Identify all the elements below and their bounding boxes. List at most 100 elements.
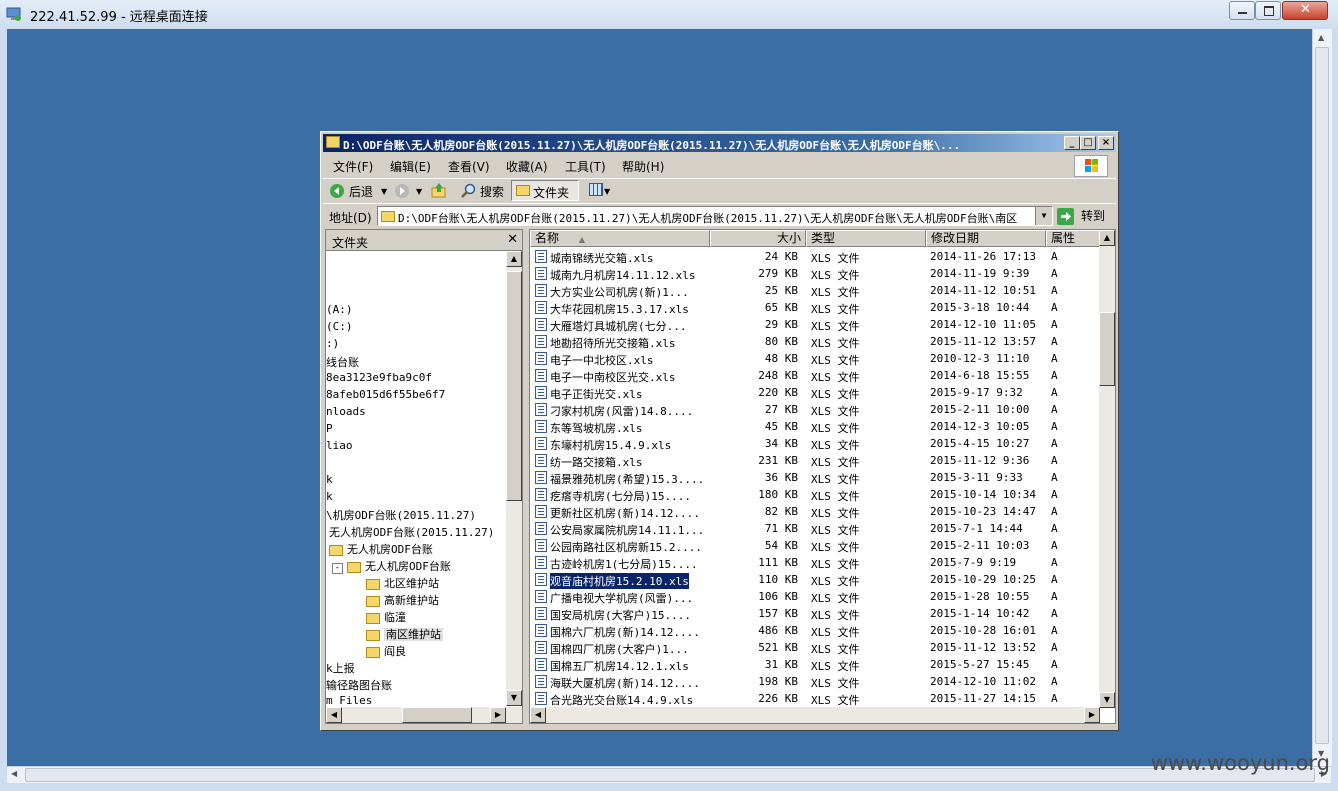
file-row[interactable]: 城南九月机房14.11.12.xls 279 KB XLS 文件 2014-11-19… (530, 265, 1100, 282)
file-row[interactable]: 东等驾坡机房.xls 45 KB XLS 文件 2014-12-3 10:05 A (530, 418, 1100, 435)
forward-dropdown-icon[interactable]: ▼ (416, 187, 422, 196)
file-row[interactable]: 国棉六厂机房(新)14.12.... 486 KB XLS 文件 2015-10-28… (530, 622, 1100, 639)
file-row[interactable]: 大方实业公司机房(新)1... 25 KB XLS 文件 2014-11-12 10:… (530, 282, 1100, 299)
file-row[interactable]: 海联大厦机房(新)14.12.... 198 KB XLS 文件 2014-12-10… (530, 673, 1100, 690)
scroll-left-icon[interactable]: ◀ (11, 769, 17, 778)
views-icon[interactable] (589, 183, 603, 196)
tree-item[interactable]: k (326, 490, 333, 507)
column-name[interactable]: 名称 ▲ (530, 230, 710, 247)
tree-item[interactable]: \机房ODF台账(2015.11.27) (326, 507, 476, 524)
back-dropdown-icon[interactable]: ▼ (381, 187, 387, 196)
tree-item[interactable]: k上报 (326, 660, 355, 677)
tree-item[interactable]: 8afeb015d6f55be6f7 (326, 388, 445, 405)
file-row[interactable]: 电子一中北校区.xls 48 KB XLS 文件 2010-12-3 11:10 A (530, 350, 1100, 367)
folder-pane-close-icon[interactable]: ✕ (507, 232, 518, 247)
file-row[interactable]: 国棉五厂机房14.12.1.xls 31 KB XLS 文件 2015-5-27 15… (530, 656, 1100, 673)
scroll-up-icon[interactable]: ▲ (1318, 33, 1324, 42)
menu-file[interactable]: 文件(F) (333, 158, 373, 175)
tree-item-folder[interactable]: 北区维护站 (366, 575, 439, 592)
back-button[interactable]: 后退 (349, 183, 373, 200)
file-row[interactable]: 国安局机房(大客户)15.... 157 KB XLS 文件 2015-1-14 10… (530, 605, 1100, 622)
folder-pane-horizontal-scrollbar[interactable]: ◀ ▶ (326, 707, 522, 723)
tree-item[interactable]: m Files (326, 694, 372, 706)
search-button[interactable]: 搜索 (480, 183, 504, 200)
file-row[interactable]: 公园南路社区机房新15.2.... 54 KB XLS 文件 2015-2-11 10… (530, 537, 1100, 554)
folder-pane-vertical-thumb[interactable] (506, 271, 522, 501)
search-icon[interactable] (460, 183, 476, 199)
explorer-maximize-button[interactable]: □ (1080, 136, 1096, 150)
column-modified[interactable]: 修改日期 (926, 230, 1046, 247)
tree-item-folder-selected[interactable]: 南区维护站 (366, 626, 443, 643)
go-button[interactable]: 转到 (1081, 207, 1105, 224)
file-row[interactable]: 电子正街光交.xls 220 KB XLS 文件 2015-9-17 9:32 A (530, 384, 1100, 401)
collapse-icon[interactable]: - (332, 563, 343, 574)
file-row[interactable]: 刁家村机房(风雷)14.8.... 27 KB XLS 文件 2015-2-11 10… (530, 401, 1100, 418)
scroll-up-icon[interactable]: ▲ (506, 251, 522, 267)
explorer-close-button[interactable]: × (1098, 136, 1114, 150)
folders-button[interactable]: 文件夹 (511, 180, 579, 201)
file-row[interactable]: 观音庙村机房15.2.10.xls 110 KB XLS 文件 2015-10-29 … (530, 571, 1100, 589)
file-row[interactable]: 福景雅苑机房(希望)15.3.... 36 KB XLS 文件 2015-3-11 9… (530, 469, 1100, 486)
close-button[interactable]: ✕ (1282, 1, 1328, 20)
menu-help[interactable]: 帮助(H) (622, 158, 664, 175)
scroll-up-icon[interactable]: ▲ (1099, 230, 1115, 246)
file-row[interactable]: 更新社区机房(新)14.12.... 82 KB XLS 文件 2015-10-23 … (530, 503, 1100, 520)
tree-item-folder-expanded[interactable]: - 无人机房ODF台账 (332, 558, 451, 575)
menu-tools[interactable]: 工具(T) (565, 158, 606, 175)
file-row[interactable]: 广播电视大学机房(风雷)... 106 KB XLS 文件 2015-1-28 10:… (530, 588, 1100, 605)
maximize-button[interactable] (1255, 1, 1281, 20)
tree-item[interactable]: 线台账 (326, 354, 359, 371)
scroll-right-icon[interactable]: ▶ (490, 707, 506, 723)
rdp-vertical-scrollbar[interactable]: ▲ ▼ (1312, 29, 1332, 766)
file-list[interactable]: 城南锦绣光交箱.xls 24 KB XLS 文件 2014-11-26 17:13 A 城… (530, 248, 1100, 708)
forward-arrow-icon[interactable] (394, 183, 410, 199)
folder-tree[interactable]: (A:) (C:) :) 线台账 8ea3123e9fba9c0f 8afeb0… (326, 251, 506, 706)
tree-item[interactable]: 无人机房ODF台账(2015.11.27) (329, 524, 494, 541)
tree-item[interactable]: (A:) (326, 303, 353, 320)
file-row[interactable]: 大雁塔灯具城机房(七分... 29 KB XLS 文件 2014-12-10 11:0… (530, 316, 1100, 333)
scroll-left-icon[interactable]: ◀ (326, 707, 342, 723)
column-type[interactable]: 类型 (806, 230, 926, 247)
file-row[interactable]: 疙瘩寺机房(七分局)15.... 180 KB XLS 文件 2015-10-14 1… (530, 486, 1100, 503)
minimize-button[interactable] (1229, 1, 1255, 20)
back-arrow-icon[interactable] (329, 183, 345, 199)
tree-item[interactable]: liao (326, 439, 353, 456)
explorer-minimize-button[interactable]: _ (1064, 136, 1080, 150)
tree-item[interactable]: P (326, 422, 333, 439)
rdp-horizontal-scrollbar[interactable]: ◀ ▶ (7, 766, 1331, 784)
file-row[interactable]: 大华花园机房15.3.17.xls 65 KB XLS 文件 2015-3-18 10… (530, 299, 1100, 316)
column-size[interactable]: 大小 (710, 230, 806, 247)
file-row[interactable]: 电子一中南校区光交.xls 248 KB XLS 文件 2014-6-18 15:55… (530, 367, 1100, 384)
file-row[interactable]: 城南锦绣光交箱.xls 24 KB XLS 文件 2014-11-26 17:13 A (530, 248, 1100, 265)
file-row[interactable]: 东壕村机房15.4.9.xls 34 KB XLS 文件 2015-4-15 10:2… (530, 435, 1100, 452)
rdp-horizontal-thumb[interactable] (25, 768, 1315, 782)
up-folder-icon[interactable] (431, 182, 447, 198)
file-list-horizontal-scrollbar[interactable]: ◀ ▶ (530, 707, 1100, 723)
tree-item-folder[interactable]: 临潼 (366, 609, 406, 626)
menu-view[interactable]: 查看(V) (448, 158, 490, 175)
tree-item[interactable]: k (326, 473, 333, 490)
scroll-right-icon[interactable]: ▶ (1084, 707, 1100, 723)
file-row[interactable]: 纺一路交接箱.xls 231 KB XLS 文件 2015-11-12 9:36 A (530, 452, 1100, 469)
scroll-down-icon[interactable]: ▼ (1099, 692, 1115, 708)
views-dropdown-icon[interactable]: ▼ (604, 187, 610, 196)
scroll-left-icon[interactable]: ◀ (530, 707, 546, 723)
file-list-vertical-thumb[interactable] (1099, 312, 1115, 386)
tree-item[interactable]: 输径路图台账 (326, 677, 392, 694)
address-input[interactable]: D:\ODF台账\无人机房ODF台账(2015.11.27)\无人机房ODF台账… (377, 206, 1053, 226)
menu-favorites[interactable]: 收藏(A) (506, 158, 548, 175)
folder-pane-horizontal-thumb[interactable] (402, 707, 472, 723)
tree-item[interactable]: (C:) (326, 320, 353, 337)
column-attributes[interactable]: 属性 (1046, 230, 1100, 247)
go-arrow-icon[interactable] (1057, 208, 1074, 225)
file-row[interactable]: 地勘招待所光交接箱.xls 80 KB XLS 文件 2015-11-12 13:57… (530, 333, 1100, 350)
tree-item[interactable]: 8ea3123e9fba9c0f (326, 371, 432, 388)
tree-item[interactable]: nloads (326, 405, 366, 422)
tree-item-folder[interactable]: 无人机房ODF台账 (329, 541, 433, 558)
address-dropdown-icon[interactable]: ▼ (1035, 207, 1052, 225)
file-row[interactable]: 合光路光交台账14.4.9.xls 226 KB XLS 文件 2015-11-27 … (530, 690, 1100, 707)
rdp-vertical-thumb[interactable] (1315, 47, 1329, 744)
folder-pane-vertical-scrollbar[interactable]: ▲ ▼ (506, 251, 522, 706)
tree-item-folder[interactable]: 阎良 (366, 643, 406, 660)
file-row[interactable]: 国棉四厂机房(大客户)1... 521 KB XLS 文件 2015-11-12 13… (530, 639, 1100, 656)
